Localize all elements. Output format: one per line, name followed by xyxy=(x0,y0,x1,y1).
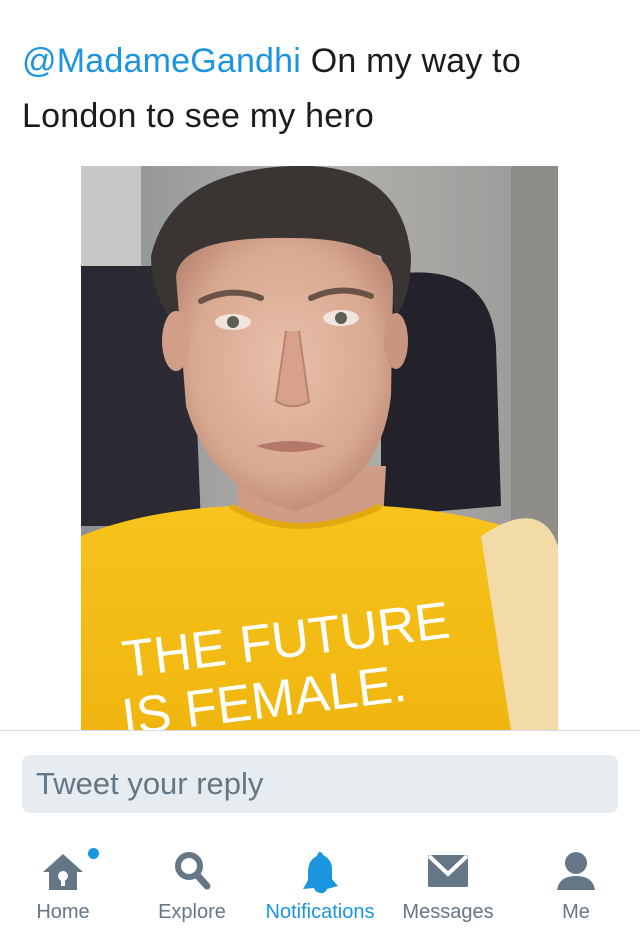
tab-home-label: Home xyxy=(36,901,90,923)
envelope-icon xyxy=(423,846,473,896)
divider xyxy=(0,730,640,731)
person-icon xyxy=(551,846,601,896)
search-icon xyxy=(167,846,217,896)
tab-home[interactable]: Home xyxy=(14,836,112,932)
notification-dot xyxy=(88,848,99,859)
reply-input[interactable]: Tweet your reply xyxy=(22,755,618,813)
tab-explore-label: Explore xyxy=(158,901,226,923)
tab-messages-label: Messages xyxy=(402,901,494,923)
tweet-photo[interactable]: THE FUTURE IS FEMALE. xyxy=(81,166,558,731)
tab-me[interactable]: Me xyxy=(536,836,616,932)
tweet-text: @MadameGandhi On my way to London to see… xyxy=(22,34,622,144)
tab-notifications[interactable]: Notifications xyxy=(256,836,384,932)
tab-messages[interactable]: Messages xyxy=(398,836,498,932)
tab-me-label: Me xyxy=(562,901,590,923)
tab-bar: Home Explore Notifications Messages Me xyxy=(0,836,640,932)
home-icon xyxy=(38,846,88,896)
tab-explore[interactable]: Explore xyxy=(146,836,238,932)
mention-link[interactable]: @MadameGandhi xyxy=(22,42,301,80)
bell-icon xyxy=(295,846,345,896)
tab-notifications-label: Notifications xyxy=(265,901,375,923)
